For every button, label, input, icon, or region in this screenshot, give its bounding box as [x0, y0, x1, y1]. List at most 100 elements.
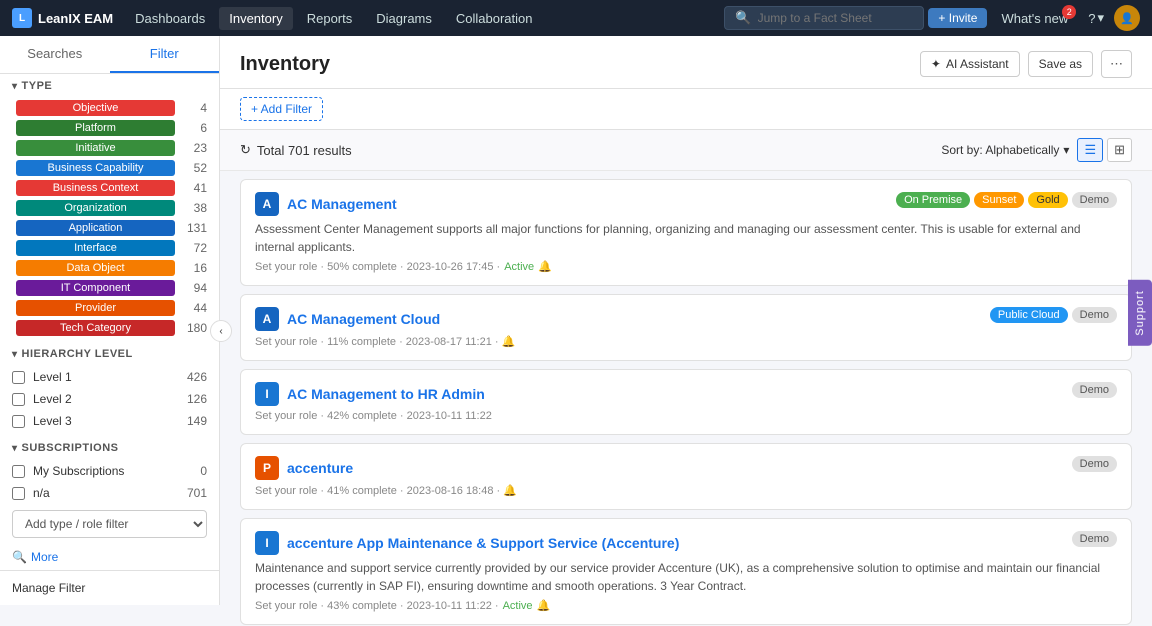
result-item-ac-management[interactable]: A AC Management On Premise Sunset Gold D… [240, 179, 1132, 286]
filter-type-organization[interactable]: Organization 38 [0, 198, 219, 218]
manage-filter-link[interactable]: Manage Filter [0, 570, 219, 605]
type-badge-data-object[interactable]: Data Object [16, 260, 175, 276]
results-list: A AC Management On Premise Sunset Gold D… [220, 171, 1152, 626]
type-badge-organization[interactable]: Organization [16, 200, 175, 216]
result-item-accenture-app-maintenance[interactable]: I accenture App Maintenance & Support Se… [240, 518, 1132, 625]
ellipsis-icon: ⋯ [1110, 56, 1123, 71]
ai-assistant-button[interactable]: ✦ AI Assistant [920, 51, 1020, 77]
level2-checkbox[interactable] [12, 393, 25, 406]
result-item-accenture[interactable]: P accenture Demo Set your role · 41% com… [240, 443, 1132, 510]
tag-demo: Demo [1072, 531, 1117, 547]
filter-type-business-context[interactable]: Business Context 41 [0, 178, 219, 198]
level1-checkbox[interactable] [12, 371, 25, 384]
save-as-button[interactable]: Save as [1028, 51, 1093, 77]
support-button[interactable]: Support [1128, 280, 1152, 346]
sort-chevron-icon: ▾ [1063, 143, 1069, 157]
tag-sunset: Sunset [974, 192, 1024, 208]
result-meta: Set your role · 50% complete · 2023-10-2… [255, 260, 1117, 273]
header-actions: ✦ AI Assistant Save as ⋯ [920, 50, 1132, 78]
nav-diagrams[interactable]: Diagrams [366, 7, 442, 30]
filter-type-provider[interactable]: Provider 44 [0, 298, 219, 318]
result-avatar: I [255, 531, 279, 555]
my-subscriptions-count: 0 [179, 464, 207, 478]
chevron-down-icon-subs: ▾ [12, 443, 18, 454]
level3-checkbox[interactable] [12, 415, 25, 428]
type-badge-provider[interactable]: Provider [16, 300, 175, 316]
results-info: ↻ Total 701 results [240, 142, 352, 158]
sort-by-control[interactable]: Sort by: Alphabetically ▾ [941, 143, 1069, 157]
filter-type-initiative[interactable]: Initiative 23 [0, 138, 219, 158]
add-filter-button[interactable]: + Add Filter [240, 97, 323, 121]
page-title: Inventory [240, 53, 330, 76]
global-search[interactable]: 🔍 [724, 6, 924, 30]
nav-reports[interactable]: Reports [297, 7, 363, 30]
left-sidebar: Searches Filter ▾ TYPE Objective 4 [0, 36, 220, 605]
tab-filter[interactable]: Filter [110, 36, 220, 73]
type-badge-application[interactable]: Application [16, 220, 175, 236]
my-subscriptions-checkbox[interactable] [12, 465, 25, 478]
type-role-filter-dropdown[interactable]: Add type / role filter [12, 510, 207, 538]
user-avatar[interactable]: 👤 [1114, 5, 1140, 31]
sidebar-collapse-button[interactable]: ‹ [210, 320, 232, 342]
chevron-down-icon-hierarchy: ▾ [12, 349, 18, 360]
tag-gold: Gold [1028, 192, 1067, 208]
more-label: More [31, 550, 58, 564]
app-logo[interactable]: L LeanIX EAM [12, 8, 113, 28]
filter-type-business-capability[interactable]: Business Capability 52 [0, 158, 219, 178]
filter-type-tech-category[interactable]: Tech Category 180 [0, 318, 219, 338]
nav-inventory[interactable]: Inventory [219, 7, 292, 30]
filter-type-interface[interactable]: Interface 72 [0, 238, 219, 258]
result-name: accenture App Maintenance & Support Serv… [287, 535, 679, 551]
type-badge-initiative[interactable]: Initiative [16, 140, 175, 156]
result-item-ac-management-hr-admin[interactable]: I AC Management to HR Admin Demo Set you… [240, 369, 1132, 435]
result-item-ac-management-cloud[interactable]: A AC Management Cloud Public Cloud Demo … [240, 294, 1132, 361]
search-input[interactable] [758, 11, 914, 25]
type-badge-it-component[interactable]: IT Component [16, 280, 175, 296]
result-meta: Set your role · 43% complete · 2023-10-1… [255, 599, 1117, 612]
status-active: Active [503, 600, 533, 612]
tag-demo: Demo [1072, 456, 1117, 472]
result-description: Maintenance and support service currentl… [255, 559, 1117, 595]
filter-type-application[interactable]: Application 131 [0, 218, 219, 238]
type-badge-interface[interactable]: Interface [16, 240, 175, 256]
type-section-label: TYPE [22, 80, 53, 92]
filter-type-objective[interactable]: Objective 4 [0, 98, 219, 118]
result-meta: Set your role · 11% complete · 2023-08-1… [255, 335, 1117, 348]
type-role-select[interactable]: Add type / role filter [12, 510, 207, 538]
result-name: AC Management Cloud [287, 311, 440, 327]
hierarchy-section-label: HIERARCHY LEVEL [22, 348, 133, 360]
more-options-button[interactable]: ⋯ [1101, 50, 1132, 78]
nav-dashboards[interactable]: Dashboards [125, 7, 215, 30]
type-badge-tech-category[interactable]: Tech Category [16, 320, 175, 336]
help-button[interactable]: ? ▾ [1082, 6, 1110, 30]
results-actions: Sort by: Alphabetically ▾ ☰ ⊞ [941, 138, 1132, 162]
tab-searches[interactable]: Searches [0, 36, 110, 73]
tag-demo: Demo [1072, 382, 1117, 398]
type-badge-business-context[interactable]: Business Context [16, 180, 175, 196]
refresh-icon[interactable]: ↻ [240, 142, 251, 158]
level1-count: 426 [179, 370, 207, 384]
nav-collaboration[interactable]: Collaboration [446, 7, 543, 30]
tag-public-cloud: Public Cloud [990, 307, 1068, 323]
more-filters-link[interactable]: 🔍 More [0, 544, 219, 570]
filter-type-platform[interactable]: Platform 6 [0, 118, 219, 138]
type-badge-objective[interactable]: Objective [16, 100, 175, 116]
whats-new-button[interactable]: What's new 2 [991, 7, 1078, 30]
my-subscriptions-label: My Subscriptions [33, 464, 171, 478]
grid-view-button[interactable]: ⊞ [1107, 138, 1132, 162]
level3-count: 149 [179, 414, 207, 428]
filter-type-header[interactable]: ▾ TYPE [0, 74, 219, 98]
type-badge-business-capability[interactable]: Business Capability [16, 160, 175, 176]
na-checkbox[interactable] [12, 487, 25, 500]
filter-subscriptions-header[interactable]: ▾ SUBSCRIPTIONS [0, 436, 219, 460]
invite-button[interactable]: + Invite [928, 8, 987, 28]
filter-hierarchy-header[interactable]: ▾ HIERARCHY LEVEL [0, 342, 219, 366]
type-badge-platform[interactable]: Platform [16, 120, 175, 136]
filter-type-data-object[interactable]: Data Object 16 [0, 258, 219, 278]
filter-type-it-component[interactable]: IT Component 94 [0, 278, 219, 298]
type-count-business-capability: 52 [183, 161, 207, 175]
results-bar: ↻ Total 701 results Sort by: Alphabetica… [220, 130, 1152, 171]
result-tags: Demo [1072, 531, 1117, 547]
list-view-button[interactable]: ☰ [1077, 138, 1103, 162]
type-count-organization: 38 [183, 201, 207, 215]
